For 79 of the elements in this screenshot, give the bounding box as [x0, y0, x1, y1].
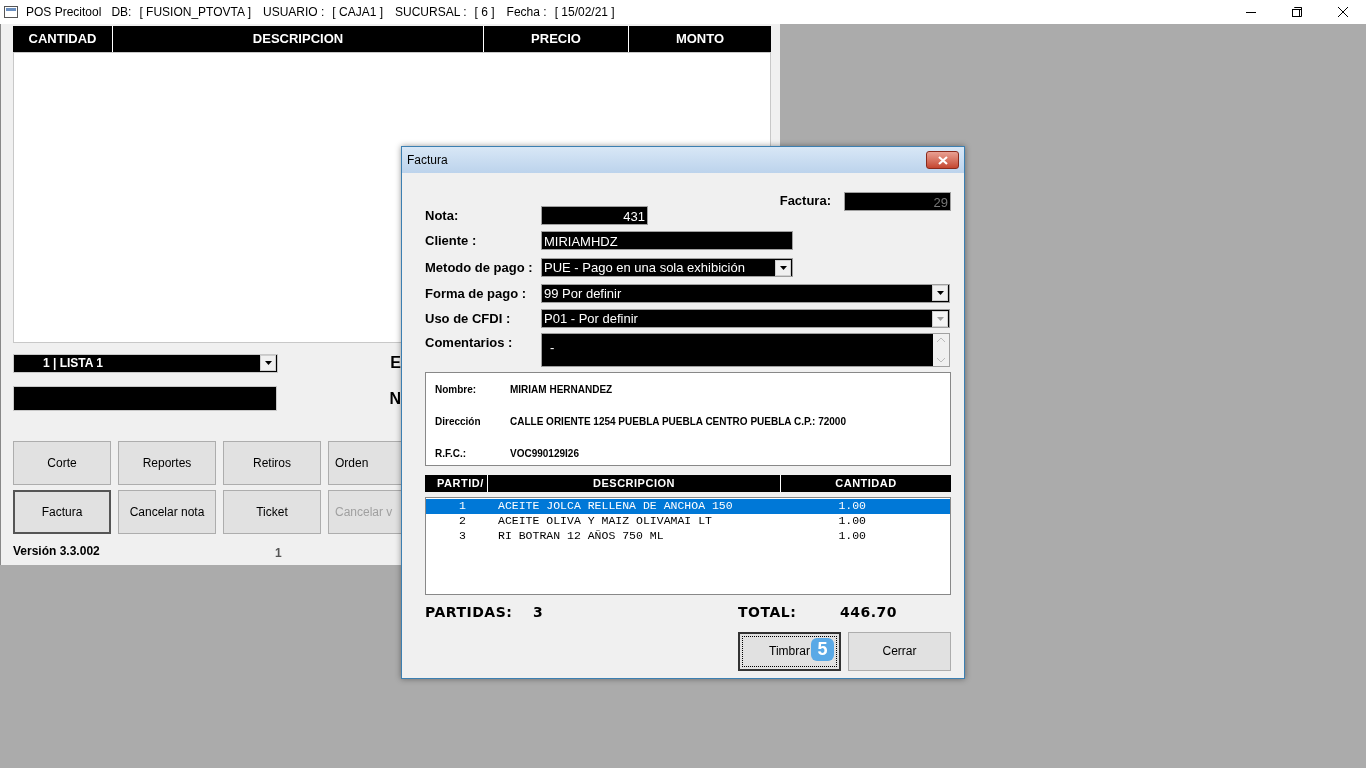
comments-field[interactable]: - [541, 332, 950, 367]
client-field[interactable]: MIRIAMHDZ [541, 230, 793, 250]
table-cell-text: ACEITE JOLCA RELLENA DE ANCHOA 150 [497, 498, 734, 515]
note-number-field[interactable]: 431 [541, 206, 648, 226]
side-label: N [389, 388, 401, 409]
field-label: Comentarios : [425, 333, 514, 352]
dialog-close-button[interactable] [926, 151, 959, 169]
restore-icon [1292, 7, 1302, 17]
info-label: SUCURSAL : [395, 4, 467, 21]
action-button[interactable]: Orden [328, 441, 401, 485]
info-label: Dirección [435, 414, 482, 429]
minimize-icon [1246, 11, 1256, 13]
table-cell-text: RI BOTRAN 12 AÑOS 750 ML [497, 528, 665, 545]
dialog-button[interactable]: Timbrar 5 [738, 631, 841, 671]
info-label: DB: [111, 4, 132, 21]
price-list-select[interactable]: 1 | LISTA 1 [13, 353, 279, 373]
table-cell-text: 1 [458, 498, 466, 515]
dropdown-button[interactable] [260, 355, 277, 371]
info-value: MIRIAM HERNANDEZ [510, 382, 613, 397]
info-value: [ 6 ] [474, 4, 495, 21]
close-icon [1338, 7, 1348, 17]
item-row[interactable]: 3 RI BOTRAN 12 AÑOS 750 ML 1.00 [426, 528, 950, 544]
counter-text: 1 [275, 545, 282, 562]
info-value: CALLE ORIENTE 1254 PUEBLA PUEBLA CENTRO PUEBLA C.P.: 72000 [510, 414, 846, 429]
step-badge: 5 [811, 637, 834, 661]
dialog-title: Factura [407, 152, 448, 169]
items-count-label: PARTIDAS: [425, 602, 514, 622]
table-cell-text: 3 [458, 528, 466, 545]
item-row[interactable]: 1 ACEITE JOLCA RELLENA DE ANCHOA 150 1.00 [426, 498, 950, 514]
dropdown-button[interactable] [775, 259, 791, 276]
window-title: POS Precitool [26, 4, 102, 21]
column-header: CANTIDAD [27, 30, 98, 49]
action-button[interactable]: Retiros [223, 441, 321, 485]
item-row[interactable]: 2 ACEITE OLIVA Y MAIZ OLIVAMAI LT 1.00 [426, 513, 950, 529]
caret-icon [936, 291, 944, 296]
caret-icon [936, 316, 944, 321]
invoice-number-field: 29 [844, 191, 951, 211]
scrollbar-icon [933, 333, 949, 366]
action-button[interactable]: Factura [13, 490, 111, 534]
field-label: Uso de CFDI : [425, 310, 512, 328]
field-label: Forma de pago : [425, 284, 528, 303]
close-icon [937, 155, 948, 165]
action-button[interactable]: Ticket [223, 490, 321, 534]
dialog-button[interactable]: Cerrar [848, 631, 951, 671]
total-label: TOTAL: [738, 602, 798, 622]
payment-method-select[interactable]: PUE - Pago en una sola exhibición [541, 258, 793, 278]
info-value: [ FUSION_PTOVTA ] [139, 4, 251, 21]
side-label: E [390, 353, 401, 373]
column-header: DESCRIPCION [487, 474, 780, 492]
input-field[interactable] [13, 386, 278, 411]
field-label: Metodo de pago : [425, 259, 534, 277]
total-value: 446.70 [840, 602, 898, 622]
action-button[interactable]: Corte [13, 441, 111, 485]
dropdown-button[interactable] [932, 285, 948, 302]
info-label: USUARIO : [263, 4, 325, 21]
caret-icon [779, 265, 787, 270]
caret-icon [264, 361, 272, 365]
info-label: Nombre: [435, 382, 478, 397]
app-icon [4, 5, 18, 19]
version-text: Versión 3.3.002 [13, 543, 101, 560]
info-label: Fecha : [506, 4, 547, 21]
table-cell-text: 1.00 [837, 513, 866, 530]
items-count-value: 3 [533, 602, 545, 622]
info-value: [ CAJA1 ] [332, 4, 383, 21]
action-button[interactable]: Reportes [118, 441, 216, 485]
table-cell-text: 1.00 [837, 498, 866, 515]
field-label: Cliente : [425, 231, 478, 250]
field-label: Factura: [779, 192, 831, 211]
table-cell-text: ACEITE OLIVA Y MAIZ OLIVAMAI LT [497, 513, 713, 530]
action-button[interactable]: Cancelar nota [118, 490, 216, 534]
column-header: PARTID/ [436, 475, 485, 491]
table-cell-text: 1.00 [837, 528, 866, 545]
table-cell-text: 2 [458, 513, 466, 530]
info-label: R.F.C.: [435, 446, 468, 461]
payment-form-select[interactable]: 99 Por definir [541, 283, 950, 303]
column-header: CANTIDAD [780, 474, 951, 492]
info-value: [ 15/02/21 ] [554, 4, 615, 21]
field-label: Nota: [425, 207, 460, 225]
info-value: VOC990129I26 [510, 446, 579, 461]
